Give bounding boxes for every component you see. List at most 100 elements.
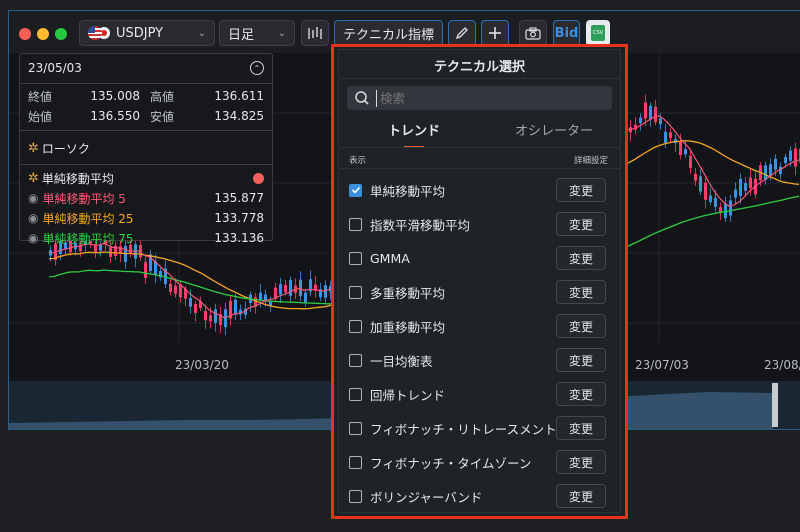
gear-icon[interactable]: ✲ bbox=[28, 141, 39, 156]
chart-type-button[interactable] bbox=[301, 20, 329, 46]
indicator-item[interactable]: 単純移動平均 変更 bbox=[347, 173, 612, 207]
indicator-checkbox[interactable] bbox=[349, 319, 362, 333]
indicator-item[interactable]: 加重移動平均 変更 bbox=[347, 309, 612, 343]
candle-body bbox=[684, 149, 687, 155]
eye-icon[interactable]: ◉ bbox=[28, 231, 38, 245]
search-input[interactable] bbox=[376, 89, 582, 107]
candle-body bbox=[194, 304, 197, 314]
candle-body bbox=[659, 118, 662, 125]
candle-body bbox=[729, 200, 732, 216]
candle-body bbox=[744, 183, 747, 191]
change-settings-button[interactable]: 変更 bbox=[556, 382, 606, 406]
indicator-checkbox[interactable] bbox=[349, 285, 362, 299]
candle-body bbox=[779, 166, 782, 175]
change-settings-button[interactable]: 変更 bbox=[556, 314, 606, 338]
change-settings-button[interactable]: 変更 bbox=[556, 450, 606, 474]
csv-icon: CSV bbox=[591, 25, 605, 41]
low-label: 安値 bbox=[150, 109, 175, 124]
change-settings-button[interactable]: 変更 bbox=[556, 280, 606, 304]
draw-tool-button[interactable] bbox=[448, 20, 476, 46]
indicator-item[interactable]: 多重移動平均 変更 bbox=[347, 275, 612, 309]
change-settings-button[interactable]: 変更 bbox=[556, 212, 606, 236]
sma-value: 135.877 bbox=[214, 191, 264, 205]
candle-body bbox=[299, 279, 302, 297]
indicator-checkbox[interactable] bbox=[349, 421, 362, 435]
minimize-window-button[interactable] bbox=[37, 28, 49, 40]
indicator-item[interactable]: フィボナッチ・リトレースメント 変更 bbox=[347, 411, 612, 445]
technical-indicators-label: テクニカル指標 bbox=[342, 27, 434, 43]
indicator-checkbox[interactable] bbox=[349, 251, 362, 265]
close-label: 終値 bbox=[28, 89, 53, 104]
indicator-checkbox[interactable] bbox=[349, 353, 362, 367]
change-settings-button[interactable]: 変更 bbox=[556, 484, 606, 508]
indicator-checkbox[interactable] bbox=[349, 489, 362, 503]
add-button[interactable] bbox=[481, 20, 509, 46]
candle-body bbox=[284, 285, 287, 293]
close-window-button[interactable] bbox=[19, 28, 31, 40]
indicator-checkbox[interactable] bbox=[349, 387, 362, 401]
candle-body bbox=[669, 132, 672, 138]
candle-body bbox=[649, 105, 652, 120]
ohlc-info-panel: 23/05/03 ⌃ 終値 135.008 高値 136.611 始値 136.… bbox=[19, 53, 273, 246]
indicator-checkbox[interactable] bbox=[349, 217, 362, 231]
tab-label: オシレーター bbox=[514, 124, 593, 139]
csv-export-button[interactable]: CSV bbox=[586, 20, 610, 46]
candle-body bbox=[214, 309, 217, 323]
date-tick: 23/03/20 bbox=[175, 358, 229, 372]
remove-indicator-icon[interactable] bbox=[253, 172, 264, 184]
open-label: 始値 bbox=[28, 109, 53, 124]
candle-body bbox=[639, 117, 642, 123]
maximize-window-button[interactable] bbox=[55, 28, 67, 40]
indicator-label: 指数平滑移動平均 bbox=[370, 217, 471, 233]
navigator-handle[interactable] bbox=[772, 383, 778, 427]
indicator-checkbox[interactable] bbox=[349, 183, 362, 197]
change-settings-button[interactable]: 変更 bbox=[556, 178, 606, 202]
indicator-label: 加重移動平均 bbox=[370, 319, 446, 335]
sma-row: ◉ 単純移動平均 5 135.877 bbox=[28, 188, 264, 208]
technical-indicators-button[interactable]: テクニカル指標 bbox=[334, 20, 443, 46]
candle-body bbox=[694, 173, 697, 181]
gear-icon[interactable]: ✲ bbox=[28, 171, 39, 186]
indicator-item[interactable]: 回帰トレンド 変更 bbox=[347, 377, 612, 411]
candle-body bbox=[699, 176, 702, 192]
indicator-item[interactable]: GMMA 変更 bbox=[347, 241, 612, 275]
eye-icon[interactable]: ◉ bbox=[28, 211, 38, 225]
symbol-select[interactable]: USDJPY ⌄ bbox=[79, 20, 215, 46]
tab-trend[interactable]: トレンド bbox=[367, 120, 461, 148]
indicator-label: 一目均衡表 bbox=[370, 353, 433, 369]
indicator-item[interactable]: フィボナッチ・タイムゾーン 変更 bbox=[347, 445, 612, 479]
indicator-item[interactable]: ボリンジャーバンド 変更 bbox=[347, 479, 612, 513]
indicator-label: 多重移動平均 bbox=[370, 285, 446, 301]
indicator-item[interactable]: 一目均衡表 変更 bbox=[347, 343, 612, 377]
candle-body bbox=[644, 102, 647, 119]
tab-oscillator[interactable]: オシレーター bbox=[499, 120, 609, 139]
candle-body bbox=[209, 315, 212, 322]
screenshot-button[interactable] bbox=[519, 20, 547, 46]
us-flag-icon bbox=[88, 26, 102, 40]
candle-body bbox=[289, 279, 292, 296]
candle-body bbox=[679, 141, 682, 156]
sma-label: 単純移動平均 75 bbox=[42, 231, 134, 246]
chevron-down-icon: ⌄ bbox=[277, 27, 286, 39]
change-settings-button[interactable]: 変更 bbox=[556, 416, 606, 440]
date-tick: 23/07/03 bbox=[635, 358, 689, 372]
candle-body bbox=[789, 150, 792, 161]
eye-icon[interactable]: ◉ bbox=[28, 191, 38, 205]
change-settings-button[interactable]: 変更 bbox=[556, 246, 606, 270]
indicator-checkbox[interactable] bbox=[349, 455, 362, 469]
candle-body bbox=[304, 292, 307, 303]
candle-body bbox=[704, 182, 707, 200]
search-box[interactable] bbox=[347, 86, 612, 110]
collapse-icon[interactable]: ⌃ bbox=[250, 61, 264, 75]
indicator-item[interactable]: 指数平滑移動平均 変更 bbox=[347, 207, 612, 241]
open-value: 136.550 bbox=[90, 109, 140, 123]
camera-icon bbox=[525, 26, 541, 40]
change-settings-button[interactable]: 変更 bbox=[556, 348, 606, 372]
candle-body bbox=[204, 311, 207, 321]
low-value: 134.825 bbox=[214, 109, 264, 123]
bid-button[interactable]: Bid bbox=[553, 20, 580, 46]
pencil-icon bbox=[455, 27, 468, 40]
high-label: 高値 bbox=[150, 89, 175, 104]
timeframe-select[interactable]: 日足 ⌄ bbox=[219, 20, 295, 46]
candle-body bbox=[279, 284, 282, 295]
